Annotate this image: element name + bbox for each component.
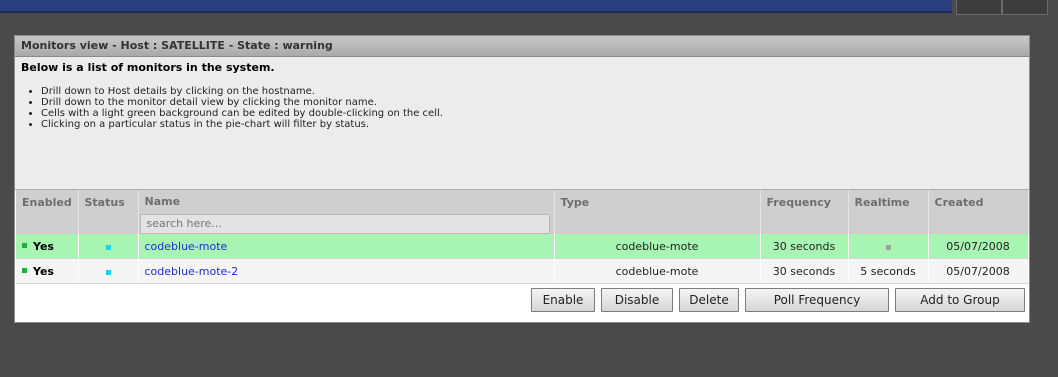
delete-button[interactable]: Delete — [679, 288, 739, 312]
status-cell — [78, 258, 139, 284]
status-indicator-icon — [105, 244, 111, 250]
column-header-status[interactable]: Status — [78, 190, 139, 234]
info-list: Drill down to Host details by clicking o… — [21, 86, 1023, 130]
info-section: Below is a list of monitors in the syste… — [15, 57, 1029, 190]
realtime-cell[interactable] — [848, 234, 929, 259]
enabled-cell[interactable]: Yes — [16, 258, 79, 284]
created-cell: 05/07/2008 — [928, 234, 1029, 259]
poll-frequency-button[interactable]: Poll Frequency — [745, 288, 889, 312]
info-bullet: Cells with a light green background can … — [41, 108, 1023, 119]
header-tab[interactable] — [1002, 0, 1048, 15]
name-search-input[interactable] — [139, 213, 550, 234]
enabled-value: Yes — [33, 239, 54, 253]
info-bullet: Clicking on a particular status in the p… — [41, 119, 1023, 130]
table-row[interactable]: Yes codeblue-mote codeblue-mote 30 secon… — [16, 234, 1029, 259]
table-row[interactable]: Yes codeblue-mote-2 codeblue-mote 30 sec… — [16, 258, 1029, 284]
info-bullet: Drill down to the monitor detail view by… — [41, 97, 1023, 108]
enabled-indicator-icon — [22, 242, 27, 248]
top-header-bar — [0, 0, 952, 13]
enabled-cell[interactable]: Yes — [16, 234, 79, 259]
panel-title: Monitors view - Host : SATELLITE - State… — [15, 36, 1029, 57]
frequency-cell[interactable]: 30 seconds — [760, 258, 849, 284]
column-header-enabled[interactable]: Enabled — [16, 190, 79, 234]
column-header-name[interactable]: Name — [138, 190, 555, 212]
column-header-frequency[interactable]: Frequency — [760, 190, 849, 234]
realtime-cell[interactable]: 5 seconds — [848, 258, 929, 284]
disable-button[interactable]: Disable — [601, 288, 673, 312]
column-header-type[interactable]: Type — [554, 190, 761, 234]
frequency-cell[interactable]: 30 seconds — [760, 234, 849, 259]
enabled-indicator-icon — [22, 267, 27, 273]
created-cell: 05/07/2008 — [928, 258, 1029, 284]
search-cell — [138, 212, 555, 234]
column-header-created[interactable]: Created — [928, 190, 1029, 234]
enabled-value: Yes — [33, 264, 54, 278]
status-cell — [78, 234, 139, 259]
add-to-group-button[interactable]: Add to Group — [895, 288, 1025, 312]
realtime-indicator-icon — [885, 244, 891, 250]
monitors-panel: Monitors view - Host : SATELLITE - State… — [14, 35, 1030, 323]
monitor-name-link[interactable]: codeblue-mote — [145, 240, 228, 253]
enable-button[interactable]: Enable — [531, 288, 595, 312]
column-header-realtime[interactable]: Realtime — [848, 190, 929, 234]
status-indicator-icon — [105, 269, 111, 275]
monitor-name-link[interactable]: codeblue-mote-2 — [145, 265, 239, 278]
header-tab[interactable] — [956, 0, 1002, 15]
name-cell: codeblue-mote — [138, 234, 555, 259]
name-cell: codeblue-mote-2 — [138, 258, 555, 284]
info-bullet: Drill down to Host details by clicking o… — [41, 86, 1023, 97]
info-heading: Below is a list of monitors in the syste… — [21, 61, 275, 74]
action-button-bar: Enable Disable Delete Poll Frequency Add… — [531, 288, 1027, 314]
type-cell: codeblue-mote — [554, 258, 761, 284]
monitors-table: Enabled Status Name Type Frequency Realt… — [16, 190, 1029, 284]
type-cell: codeblue-mote — [554, 234, 761, 259]
